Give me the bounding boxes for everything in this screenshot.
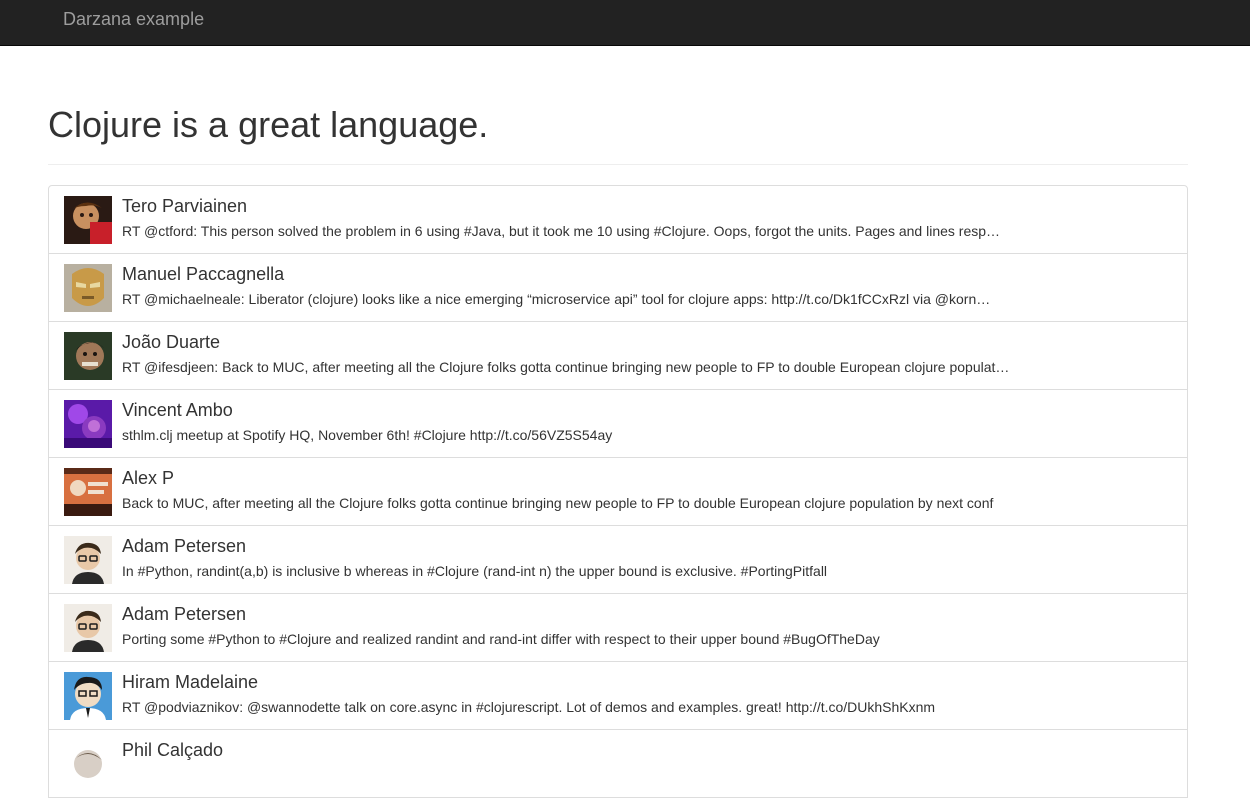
- tweet-author: Hiram Madelaine: [122, 672, 259, 692]
- avatar: [64, 400, 112, 448]
- navbar: Darzana example: [0, 0, 1250, 46]
- list-item[interactable]: Phil Calçado: [48, 729, 1188, 798]
- tweet-author: Phil Calçado: [122, 740, 224, 760]
- tweet-text: Back to MUC, after meeting all the Cloju…: [122, 495, 994, 511]
- tweet-text: In #Python, randint(a,b) is inclusive b …: [122, 563, 828, 579]
- list-item[interactable]: Vincent Ambo sthlm.clj meetup at Spotify…: [48, 389, 1188, 458]
- navbar-brand[interactable]: Darzana example: [63, 9, 204, 29]
- tweet-author: João Duarte: [122, 332, 221, 352]
- list-item[interactable]: Adam Petersen Porting some #Python to #C…: [48, 593, 1188, 662]
- avatar: [64, 264, 112, 312]
- tweet-text: RT @ifesdjeen: Back to MUC, after meetin…: [122, 359, 1010, 375]
- avatar: [64, 468, 112, 516]
- tweet-author: Adam Petersen: [122, 536, 247, 556]
- avatar: [64, 740, 112, 788]
- avatar: [64, 672, 112, 720]
- list-item[interactable]: João Duarte RT @ifesdjeen: Back to MUC, …: [48, 321, 1188, 390]
- tweet-author: Alex P: [122, 468, 175, 488]
- page-title: Clojure is a great language.: [48, 104, 489, 145]
- list-item[interactable]: Alex P Back to MUC, after meeting all th…: [48, 457, 1188, 526]
- tweet-author: Vincent Ambo: [122, 400, 233, 420]
- tweet-text: RT @michaelneale: Liberator (clojure) lo…: [122, 291, 991, 307]
- tweet-author: Tero Parviainen: [122, 196, 248, 216]
- tweet-text: sthlm.clj meetup at Spotify HQ, November…: [122, 427, 613, 443]
- page-header: Clojure is a great language.: [48, 104, 1188, 165]
- tweet-author: Manuel Paccagnella: [122, 264, 285, 284]
- avatar: [64, 536, 112, 584]
- tweet-list: Tero Parviainen RT @ctford: This person …: [48, 185, 1188, 798]
- list-item[interactable]: Manuel Paccagnella RT @michaelneale: Lib…: [48, 253, 1188, 322]
- tweet-text: RT @ctford: This person solved the probl…: [122, 223, 1001, 239]
- list-item[interactable]: Hiram Madelaine RT @podviaznikov: @swann…: [48, 661, 1188, 730]
- avatar: [64, 196, 112, 244]
- avatar: [64, 332, 112, 380]
- list-item[interactable]: Tero Parviainen RT @ctford: This person …: [48, 185, 1188, 254]
- avatar: [64, 604, 112, 652]
- tweet-text: RT @podviaznikov: @swannodette talk on c…: [122, 699, 936, 715]
- list-item[interactable]: Adam Petersen In #Python, randint(a,b) i…: [48, 525, 1188, 594]
- tweet-author: Adam Petersen: [122, 604, 247, 624]
- tweet-text: Porting some #Python to #Clojure and rea…: [122, 631, 880, 647]
